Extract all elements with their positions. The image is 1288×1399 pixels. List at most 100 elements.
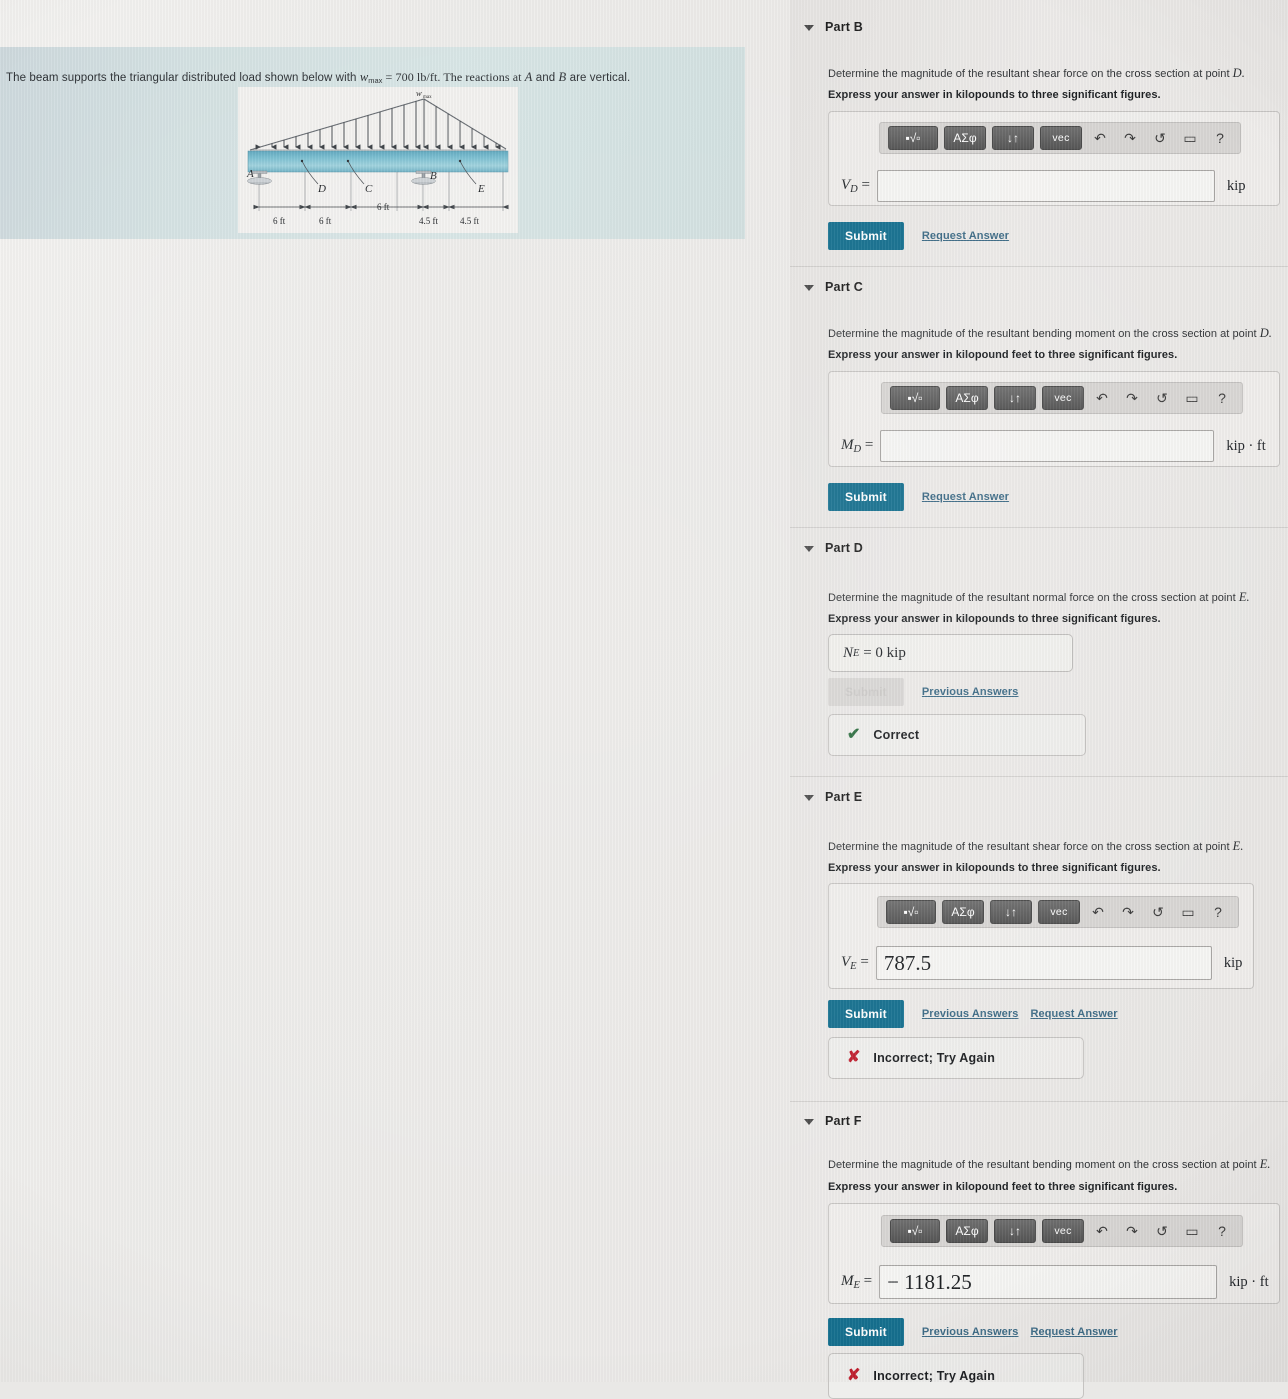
part-b-header[interactable]: Part B [804, 20, 863, 34]
part-d-answer-display: NE = 0 kip [828, 634, 1073, 672]
vector-button[interactable]: vec [1038, 900, 1080, 924]
greek-symbols-button[interactable]: ΑΣφ [942, 900, 984, 924]
part-b-math-toolbar[interactable]: ▪√▫ ΑΣφ ↓↑ vec ↶ ↷ ↺ ▭ ? [879, 122, 1241, 154]
part-c-request-answer-link[interactable]: Request Answer [922, 491, 1009, 503]
part-d-feedback-correct: ✔ Correct [828, 714, 1086, 756]
updown-arrows-button[interactable]: ↓↑ [992, 126, 1034, 150]
part-c-submit-button[interactable]: Submit [828, 483, 904, 511]
dim-4: 4.5 ft [419, 216, 438, 226]
part-f-submit-button[interactable]: Submit [828, 1318, 904, 1346]
redo-icon[interactable]: ↷ [1116, 901, 1140, 923]
greek-symbols-button[interactable]: ΑΣφ [944, 126, 986, 150]
part-b-var: V [841, 177, 851, 193]
part-d-header[interactable]: Part D [804, 541, 863, 555]
part-b-question: Determine the magnitude of the resultant… [828, 66, 1245, 81]
reset-icon[interactable]: ↺ [1150, 1220, 1174, 1242]
part-c-header[interactable]: Part C [804, 280, 863, 294]
redo-icon[interactable]: ↷ [1120, 1220, 1144, 1242]
part-f-header[interactable]: Part F [804, 1114, 862, 1128]
part-d-actions: Submit Previous Answers [828, 678, 1018, 706]
part-b-question-text: Determine the magnitude of the resultant… [828, 68, 1233, 80]
updown-arrows-button[interactable]: ↓↑ [994, 386, 1036, 410]
chevron-down-icon[interactable] [804, 1118, 814, 1125]
part-e-submit-button[interactable]: Submit [828, 1000, 904, 1028]
load-label: w [416, 88, 422, 98]
greek-symbols-button[interactable]: ΑΣφ [946, 1219, 988, 1243]
part-f-math-toolbar[interactable]: ▪√▫ ΑΣφ ↓↑ vec ↶ ↷ ↺ ▭ ? [881, 1215, 1243, 1247]
problem-statement-and: and [532, 72, 559, 84]
help-icon[interactable]: ? [1208, 127, 1232, 149]
undo-icon[interactable]: ↶ [1090, 387, 1114, 409]
chevron-down-icon[interactable] [804, 794, 814, 801]
keyboard-icon[interactable]: ▭ [1176, 901, 1200, 923]
beam-body [247, 150, 509, 173]
part-d-question-text: Determine the magnitude of the resultant… [828, 592, 1239, 604]
sqrt-template-button[interactable]: ▪√▫ [890, 1219, 940, 1243]
part-c-math-toolbar[interactable]: ▪√▫ ΑΣφ ↓↑ vec ↶ ↷ ↺ ▭ ? [881, 382, 1243, 414]
part-b-answer-input[interactable] [876, 170, 1215, 202]
part-e-previous-answers-link[interactable]: Previous Answers [922, 1008, 1019, 1020]
load-label-sub: max [423, 95, 432, 100]
vector-button[interactable]: vec [1042, 1219, 1084, 1243]
undo-icon[interactable]: ↶ [1090, 1220, 1114, 1242]
redo-icon[interactable]: ↷ [1120, 387, 1144, 409]
part-e-math-toolbar[interactable]: ▪√▫ ΑΣφ ↓↑ vec ↶ ↷ ↺ ▭ ? [877, 896, 1239, 928]
updown-arrows-button[interactable]: ↓↑ [994, 1219, 1036, 1243]
keyboard-icon[interactable]: ▭ [1180, 1220, 1204, 1242]
redo-icon[interactable]: ↷ [1118, 127, 1142, 149]
keyboard-icon[interactable]: ▭ [1180, 387, 1204, 409]
undo-icon[interactable]: ↶ [1086, 901, 1110, 923]
reset-icon[interactable]: ↺ [1150, 387, 1174, 409]
part-e-instruction: Express your answer in kilopounds to thr… [828, 862, 1161, 874]
part-c-question-point: D. [1259, 326, 1272, 340]
part-e-answer-card: ▪√▫ ΑΣφ ↓↑ vec ↶ ↷ ↺ ▭ ? VE = 787.5 kip [828, 883, 1254, 989]
label-c: C [365, 183, 373, 195]
beam-diagram-svg: w max A D C B E 6 ft 6 ft 6 ft 4.5 ft 4.… [246, 88, 509, 226]
greek-symbols-button[interactable]: ΑΣφ [946, 386, 988, 410]
part-d-previous-answers-link[interactable]: Previous Answers [922, 686, 1019, 698]
help-icon[interactable]: ? [1206, 901, 1230, 923]
part-c-title: Part C [825, 280, 864, 294]
part-d-equals: = [863, 644, 872, 661]
part-f-var: M [841, 1273, 854, 1289]
part-e-feedback-text: Incorrect; Try Again [873, 1051, 996, 1065]
w-symbol: w [359, 70, 369, 84]
updown-arrows-button[interactable]: ↓↑ [990, 900, 1032, 924]
help-icon[interactable]: ? [1210, 387, 1234, 409]
part-f-previous-answers-link[interactable]: Previous Answers [922, 1326, 1019, 1338]
part-b-var-sub: D [850, 184, 858, 195]
part-c-var-sub: D [853, 444, 862, 455]
sqrt-template-button[interactable]: ▪√▫ [886, 900, 936, 924]
cross-icon: ✘ [847, 1049, 861, 1066]
part-e-request-answer-link[interactable]: Request Answer [1030, 1008, 1117, 1020]
chevron-down-icon[interactable] [804, 545, 814, 552]
chevron-down-icon[interactable] [804, 24, 814, 31]
vector-button[interactable]: vec [1040, 126, 1082, 150]
part-d-var: N [843, 644, 854, 661]
vector-button[interactable]: vec [1042, 386, 1084, 410]
reset-icon[interactable]: ↺ [1148, 127, 1172, 149]
sqrt-template-button[interactable]: ▪√▫ [890, 386, 940, 410]
part-c-answer-input[interactable] [880, 430, 1215, 462]
part-b-actions: Submit Request Answer [828, 222, 1009, 250]
part-c-var: M [841, 437, 854, 453]
keyboard-icon[interactable]: ▭ [1178, 127, 1202, 149]
part-c-answer-card: ▪√▫ ΑΣφ ↓↑ vec ↶ ↷ ↺ ▭ ? MD = kip · ft [828, 371, 1280, 467]
part-e-header[interactable]: Part E [804, 790, 862, 804]
part-b-equals: = [861, 177, 870, 193]
load-triangle-outline [249, 98, 507, 151]
sqrt-template-button[interactable]: ▪√▫ [888, 126, 938, 150]
part-e-answer-input[interactable]: 787.5 [875, 946, 1212, 980]
part-f-answer-input[interactable]: − 1181.25 [879, 1265, 1218, 1299]
part-b-request-answer-link[interactable]: Request Answer [922, 230, 1009, 242]
reset-icon[interactable]: ↺ [1146, 901, 1170, 923]
part-c-question-text: Determine the magnitude of the resultant… [828, 328, 1260, 340]
part-f-request-answer-link[interactable]: Request Answer [1030, 1326, 1117, 1338]
help-icon[interactable]: ? [1210, 1220, 1234, 1242]
part-f-instruction: Express your answer in kilopound feet to… [828, 1181, 1178, 1193]
undo-icon[interactable]: ↶ [1088, 127, 1112, 149]
part-c-question: Determine the magnitude of the resultant… [828, 326, 1272, 341]
part-b-submit-button[interactable]: Submit [828, 222, 904, 250]
chevron-down-icon[interactable] [804, 284, 814, 291]
part-d-divider [790, 527, 1288, 528]
